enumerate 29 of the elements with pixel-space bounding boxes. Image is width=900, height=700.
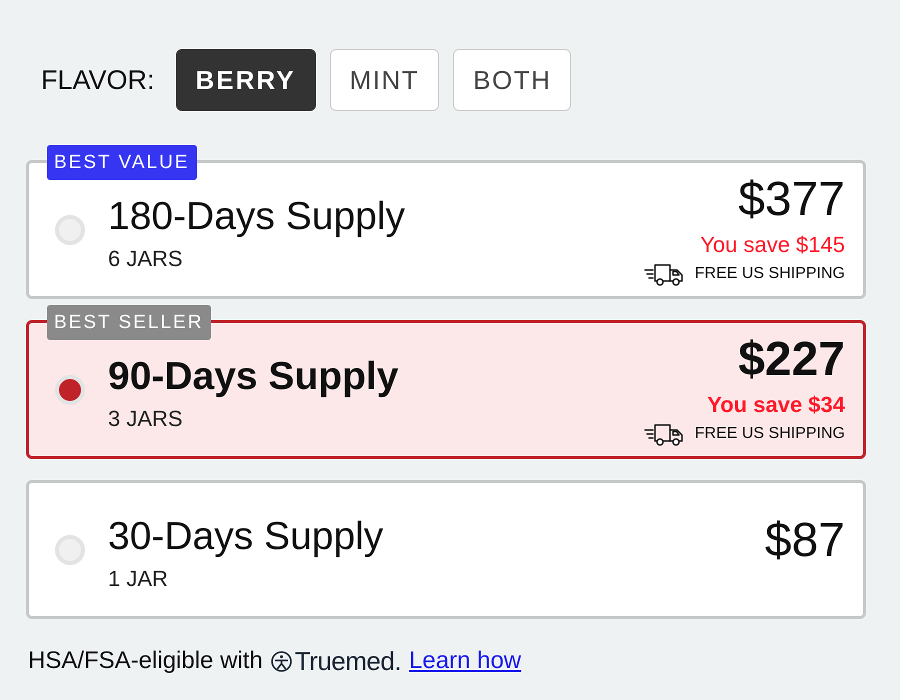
- flavor-option[interactable]: MINT: [330, 49, 440, 111]
- radio-button[interactable]: [55, 214, 85, 244]
- plan-card[interactable]: 30-Days Supply 1 JAR $87: [26, 480, 866, 619]
- plan-quantity: 1 JAR: [108, 566, 168, 592]
- learn-how-link[interactable]: Learn how: [409, 647, 522, 675]
- truck-icon: [644, 422, 684, 446]
- plan-badge: BEST SELLER: [47, 305, 212, 340]
- plan-title: 90-Days Supply: [108, 354, 398, 400]
- person-circle-icon: [270, 650, 292, 672]
- plan-quantity: 6 JARS: [108, 246, 183, 272]
- shipping-text: FREE US SHIPPING: [694, 264, 845, 284]
- flavor-option[interactable]: BOTH: [453, 49, 572, 111]
- plan-quantity: 3 JARS: [108, 406, 183, 432]
- truck-icon: [644, 262, 684, 286]
- radio-button[interactable]: [55, 534, 85, 564]
- shipping-text: FREE US SHIPPING: [694, 424, 845, 444]
- savings-text: You save $34: [707, 392, 845, 418]
- plan-badge: BEST VALUE: [47, 145, 198, 180]
- flavor-option[interactable]: BERRY: [176, 49, 316, 111]
- flavor-label: FLAVOR:: [41, 64, 155, 96]
- plan-title: 180-Days Supply: [108, 194, 405, 240]
- plan-price: $227: [738, 334, 845, 386]
- radio-button[interactable]: [55, 374, 85, 404]
- plan-price: $377: [738, 174, 845, 226]
- brand-name: Truemed.: [294, 647, 402, 675]
- plan-price: $87: [764, 515, 845, 567]
- savings-text: You save $145: [700, 232, 845, 258]
- footer-text: HSA/FSA-eligible with: [28, 647, 263, 675]
- plan-title: 30-Days Supply: [108, 514, 384, 560]
